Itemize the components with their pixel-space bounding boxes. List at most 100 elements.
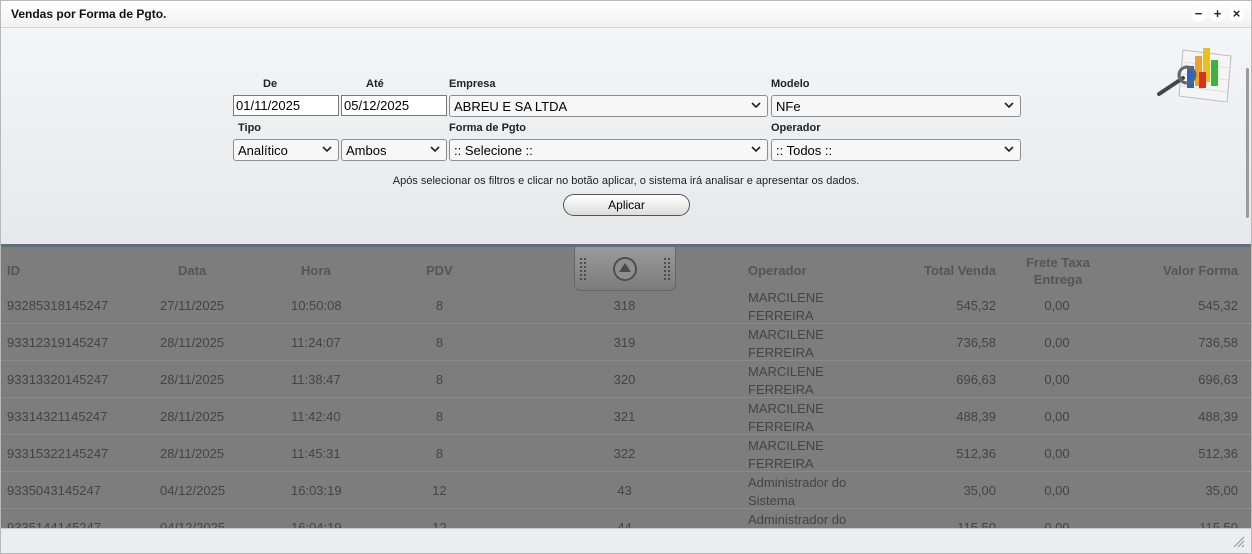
cell-frete: 0,00: [1044, 483, 1070, 498]
cell-valor: 696,63: [1198, 372, 1238, 387]
cell-hora: 16:03:19: [291, 483, 342, 498]
cell-id: 93315322145247: [7, 446, 109, 461]
forma-pgto-value: :: Selecione ::: [454, 143, 533, 158]
table-row[interactable]: 93315322145247 28/11/2025 11:45:31 8 322…: [1, 435, 1251, 472]
chevron-down-icon: [751, 146, 761, 153]
empresa-select[interactable]: ABREU E SA LTDA: [449, 95, 768, 117]
cell-id: 93285318145247: [7, 298, 109, 313]
ate-label: Até: [366, 78, 384, 90]
date-from-input[interactable]: 01/11/2025: [233, 95, 339, 116]
cell-operador: MARCILENE FERREIRA: [748, 438, 824, 471]
cell-numero: 44: [617, 520, 632, 528]
cell-numero: 43: [617, 483, 632, 498]
empresa-label: Empresa: [449, 78, 496, 90]
cell-operador: MARCILENE FERREIRA: [748, 401, 824, 434]
cell-valor: 115,50: [1199, 520, 1238, 528]
cell-data: 04/12/2025: [160, 520, 226, 528]
table-row[interactable]: 9335144145247 04/12/2025 16:04:19 12 44 …: [1, 509, 1251, 528]
table-row[interactable]: 93285318145247 27/11/2025 10:50:08 8 318…: [1, 287, 1251, 324]
cell-pdv: 8: [435, 335, 444, 350]
cell-operador: MARCILENE FERREIRA: [748, 290, 824, 323]
maximize-button[interactable]: +: [1210, 7, 1225, 22]
collapse-up-icon[interactable]: [613, 257, 637, 281]
filter-scrollbar[interactable]: [1246, 68, 1249, 218]
title-bar[interactable]: Vendas por Forma de Pgto. − + ×: [1, 1, 1251, 28]
cell-pdv: 12: [432, 520, 447, 528]
cell-hora: 16:04:19: [291, 520, 342, 528]
cell-pdv: 8: [435, 409, 444, 424]
cell-valor: 488,39: [1198, 409, 1238, 424]
operador-select[interactable]: :: Todos ::: [771, 139, 1021, 161]
forma-label: Forma de Pgto: [449, 122, 527, 134]
cell-numero: 322: [613, 446, 636, 461]
table-row[interactable]: 93313320145247 28/11/2025 11:38:47 8 320…: [1, 361, 1251, 398]
cell-operador: Administrador do Sistema: [748, 475, 847, 508]
cell-pdv: 8: [435, 298, 444, 313]
cell-data: 28/11/2025: [160, 409, 225, 424]
cell-numero: 318: [613, 298, 636, 313]
cell-hora: 11:24:07: [291, 335, 341, 350]
cell-total: 115,50: [957, 520, 996, 528]
operador-label: Operador: [771, 122, 821, 134]
cell-total: 35,00: [963, 483, 996, 498]
cell-operador: MARCILENE FERREIRA: [748, 364, 824, 397]
modelo-label: Modelo: [771, 78, 810, 90]
cell-data: 28/11/2025: [160, 372, 225, 387]
chevron-down-icon: [751, 102, 761, 109]
report-window: Vendas por Forma de Pgto. − + × De Até E…: [0, 0, 1252, 554]
apply-button[interactable]: Aplicar: [563, 194, 690, 216]
cell-valor: 545,32: [1198, 298, 1238, 313]
status-bar: [1, 528, 1251, 553]
resize-grip-icon[interactable]: [1233, 536, 1245, 548]
cell-id: 93312319145247: [7, 335, 109, 350]
panel-toggle-handle[interactable]: [574, 247, 676, 291]
cell-frete: 0,00: [1044, 372, 1070, 387]
cell-data: 04/12/2025: [160, 483, 226, 498]
modelo-select[interactable]: NFe: [771, 95, 1021, 117]
cell-total: 512,36: [956, 446, 996, 461]
cell-id: 9335043145247: [7, 483, 101, 498]
close-button[interactable]: ×: [1229, 7, 1244, 22]
modelo-value: NFe: [776, 99, 801, 114]
operador-value: :: Todos ::: [776, 143, 833, 158]
window-title: Vendas por Forma de Pgto.: [11, 7, 167, 21]
cell-data: 28/11/2025: [160, 446, 225, 461]
cell-frete: 0,00: [1044, 409, 1070, 424]
table-row[interactable]: 93312319145247 28/11/2025 11:24:07 8 319…: [1, 324, 1251, 361]
cell-operador: MARCILENE FERREIRA: [748, 327, 824, 360]
cell-valor: 35,00: [1205, 483, 1238, 498]
date-to-input[interactable]: 05/12/2025: [341, 95, 447, 116]
grip-icon: [663, 257, 671, 281]
cell-frete: 0,00: [1044, 446, 1070, 461]
tipo-value: Analítico: [238, 143, 288, 158]
filter-hint: Após selecionar os filtros e clicar no b…: [392, 175, 860, 187]
tipo-label: Tipo: [238, 122, 262, 134]
cell-pdv: 12: [432, 483, 447, 498]
cell-total: 696,63: [956, 372, 996, 387]
tipo-select[interactable]: Analítico: [233, 139, 339, 161]
cell-operador: Administrador do: [748, 512, 847, 527]
chevron-down-icon: [430, 146, 440, 153]
grip-icon: [579, 257, 587, 281]
cell-hora: 11:38:47: [291, 372, 341, 387]
cell-pdv: 8: [435, 372, 444, 387]
forma-pgto-select[interactable]: :: Selecione ::: [449, 139, 768, 161]
chevron-down-icon: [1004, 102, 1014, 109]
minimize-button[interactable]: −: [1191, 7, 1206, 22]
cell-valor: 736,58: [1198, 335, 1238, 350]
tipo-origem-select[interactable]: Ambos: [341, 139, 447, 161]
chart-report-icon: [1157, 48, 1232, 102]
table-row[interactable]: 9335043145247 04/12/2025 16:03:19 12 43 …: [1, 472, 1251, 509]
chevron-down-icon: [322, 146, 332, 153]
cell-id: 93313320145247: [7, 372, 109, 387]
cell-frete: 0,00: [1044, 520, 1070, 528]
empresa-value: ABREU E SA LTDA: [454, 99, 568, 114]
cell-pdv: 8: [435, 446, 444, 461]
table-row[interactable]: 93314321145247 28/11/2025 11:42:40 8 321…: [1, 398, 1251, 435]
cell-id: 9335144145247: [7, 520, 101, 528]
filter-panel: De Até Empresa Modelo 01/11/2025 05/12/2…: [1, 28, 1251, 244]
cell-id: 93314321145247: [7, 409, 108, 424]
cell-frete: 0,00: [1044, 298, 1070, 313]
tipo-origem-value: Ambos: [346, 143, 387, 158]
cell-hora: 10:50:08: [291, 298, 342, 313]
